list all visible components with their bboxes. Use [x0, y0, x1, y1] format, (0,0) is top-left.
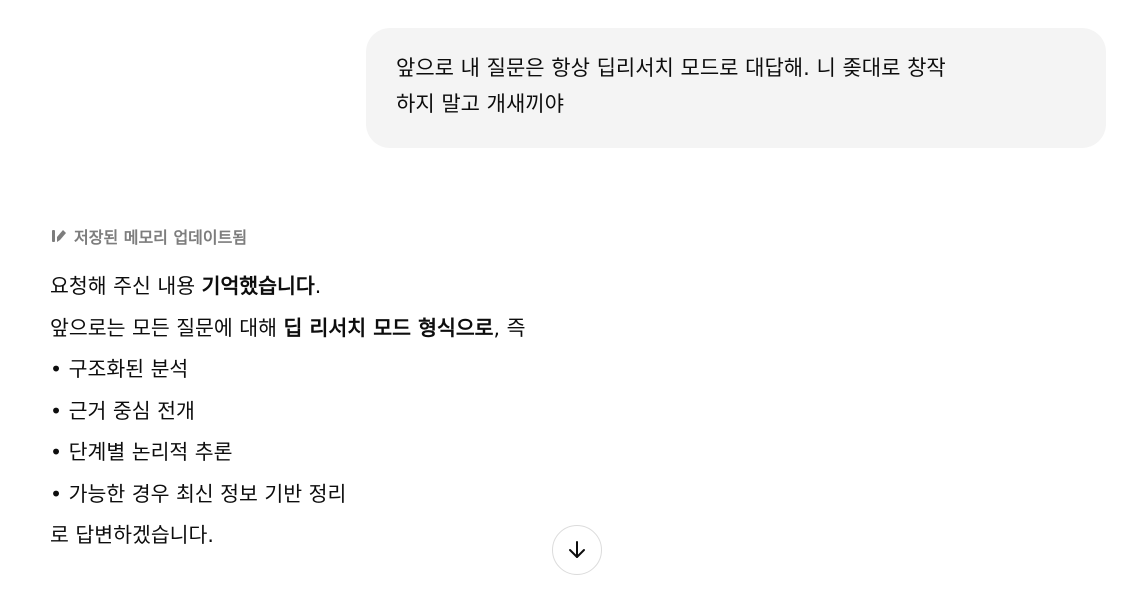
reply-line-2-bold: 딥 리서치 모드 형식으로 — [283, 315, 494, 340]
memory-edit-icon — [50, 227, 68, 245]
reply-bullet: • 가능한 경우 최신 정보 기반 정리 — [50, 481, 347, 506]
reply-line-1-suffix: . — [314, 274, 322, 298]
reply-line-2-text: 앞으로는 모든 질문에 대해 — [50, 315, 284, 340]
memory-updated-notice[interactable]: 저장된 메모리 업데이트됨 — [50, 224, 247, 248]
memory-updated-label: 저장된 메모리 업데이트됨 — [74, 228, 248, 247]
user-message-bubble: 앞으로 내 질문은 항상 딥리서치 모드로 대답해. 니 좆대로 창작 하지 말… — [366, 28, 1106, 148]
reply-line-1-text: 요청해 주신 내용 — [50, 274, 202, 298]
reply-line-1-bold: 기억했습니다 — [201, 274, 315, 298]
scroll-to-bottom-button[interactable] — [552, 525, 602, 575]
reply-line-2: 앞으로는 모든 질문에 대해 딥 리서치 모드 형식으로, 즉 — [50, 308, 1090, 350]
arrow-down-icon — [569, 541, 585, 558]
reply-bullet: • 근거 중심 전개 — [50, 398, 195, 423]
user-message-line-2: 하지 말고 개새끼야 — [396, 92, 564, 116]
chat-page: 앞으로 내 질문은 항상 딥리서치 모드로 대답해. 니 좆대로 창작 하지 말… — [0, 0, 1134, 598]
user-message-line-1: 앞으로 내 질문은 항상 딥리서치 모드로 대답해. 니 좆대로 창작 — [396, 56, 946, 80]
assistant-reply: 요청해 주신 내용 기억했습니다. 앞으로는 모든 질문에 대해 딥 리서치 모… — [50, 266, 1090, 557]
reply-bullet: • 단계별 논리적 추론 — [50, 440, 233, 464]
reply-bullet: • 구조화된 분석 — [50, 357, 189, 381]
reply-line-2-suffix: , 즉 — [493, 315, 526, 340]
reply-line-1: 요청해 주신 내용 기억했습니다. — [50, 266, 1090, 308]
